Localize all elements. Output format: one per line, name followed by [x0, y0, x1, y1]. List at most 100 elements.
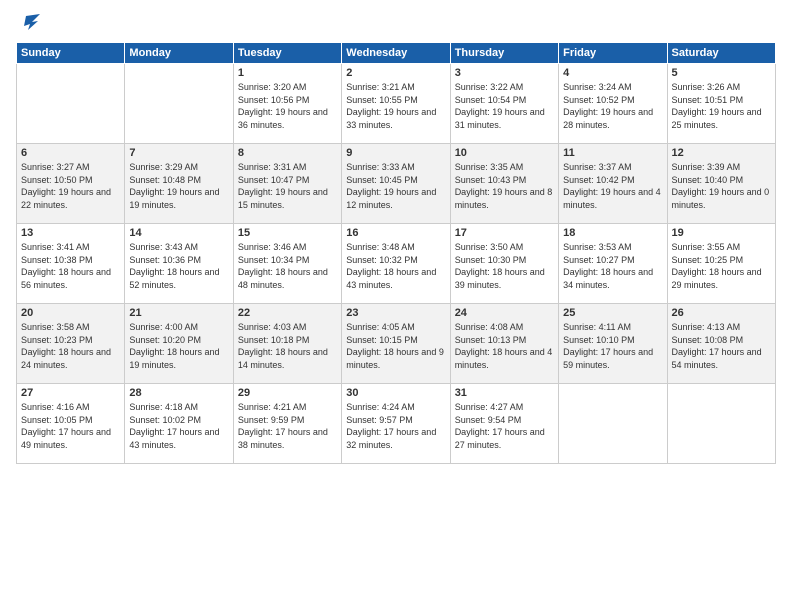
day-number: 25 [563, 307, 662, 319]
day-of-week-header: Wednesday [342, 43, 450, 64]
day-number: 27 [21, 387, 120, 399]
day-number: 9 [346, 147, 445, 159]
calendar-cell: 1 Sunrise: 3:20 AM Sunset: 10:56 PM Dayli… [233, 64, 341, 144]
day-number: 18 [563, 227, 662, 239]
day-number: 6 [21, 147, 120, 159]
day-number: 24 [455, 307, 554, 319]
day-number: 31 [455, 387, 554, 399]
calendar-cell: 24 Sunrise: 4:08 AM Sunset: 10:13 PM Dayl… [450, 304, 558, 384]
calendar-cell: 5 Sunrise: 3:26 AM Sunset: 10:51 PM Dayli… [667, 64, 775, 144]
calendar-cell: 20Sunrise: 3:58 AM Sunset: 10:23 PM Dayl… [17, 304, 125, 384]
day-of-week-header: Monday [125, 43, 233, 64]
day-info: Sunrise: 4:03 AM Sunset: 10:18 PM Daylig… [238, 321, 337, 371]
day-info: Sunrise: 4:08 AM Sunset: 10:13 PM Daylig… [455, 321, 554, 371]
calendar-cell: 11 Sunrise: 3:37 AM Sunset: 10:42 PM Dayl… [559, 144, 667, 224]
day-info: Sunrise: 4:13 AM Sunset: 10:08 PM Daylig… [672, 321, 771, 371]
day-number: 5 [672, 67, 771, 79]
calendar-cell: 18 Sunrise: 3:53 AM Sunset: 10:27 PM Dayl… [559, 224, 667, 304]
calendar-cell: 3 Sunrise: 3:22 AM Sunset: 10:54 PM Dayli… [450, 64, 558, 144]
calendar-cell: 16 Sunrise: 3:48 AM Sunset: 10:32 PM Dayl… [342, 224, 450, 304]
day-info: Sunrise: 4:16 AM Sunset: 10:05 PM Daylig… [21, 401, 120, 451]
day-of-week-header: Sunday [17, 43, 125, 64]
calendar-cell: 25 Sunrise: 4:11 AM Sunset: 10:10 PM Dayl… [559, 304, 667, 384]
day-number: 8 [238, 147, 337, 159]
day-number: 26 [672, 307, 771, 319]
day-info: Sunrise: 3:24 AM Sunset: 10:52 PM Daylig… [563, 81, 662, 131]
day-number: 14 [129, 227, 228, 239]
calendar-cell: 29 Sunrise: 4:21 AM Sunset: 9:59 PM Dayli… [233, 384, 341, 464]
calendar-cell: 23 Sunrise: 4:05 AM Sunset: 10:15 PM Dayl… [342, 304, 450, 384]
day-number: 10 [455, 147, 554, 159]
day-of-week-header: Saturday [667, 43, 775, 64]
day-info: Sunrise: 3:53 AM Sunset: 10:27 PM Daylig… [563, 241, 662, 291]
day-number: 3 [455, 67, 554, 79]
day-number: 29 [238, 387, 337, 399]
calendar-cell: 10 Sunrise: 3:35 AM Sunset: 10:43 PM Dayl… [450, 144, 558, 224]
calendar-cell: 4 Sunrise: 3:24 AM Sunset: 10:52 PM Dayli… [559, 64, 667, 144]
day-number: 7 [129, 147, 228, 159]
calendar-cell: 8 Sunrise: 3:31 AM Sunset: 10:47 PM Dayli… [233, 144, 341, 224]
day-number: 11 [563, 147, 662, 159]
day-info: Sunrise: 3:27 AM Sunset: 10:50 PM Daylig… [21, 161, 120, 211]
day-number: 15 [238, 227, 337, 239]
day-info: Sunrise: 3:43 AM Sunset: 10:36 PM Daylig… [129, 241, 228, 291]
calendar-cell [17, 64, 125, 144]
day-number: 17 [455, 227, 554, 239]
day-info: Sunrise: 3:37 AM Sunset: 10:42 PM Daylig… [563, 161, 662, 211]
day-of-week-header: Thursday [450, 43, 558, 64]
calendar-cell [559, 384, 667, 464]
day-info: Sunrise: 3:26 AM Sunset: 10:51 PM Daylig… [672, 81, 771, 131]
day-info: Sunrise: 3:20 AM Sunset: 10:56 PM Daylig… [238, 81, 337, 131]
calendar-cell: 17 Sunrise: 3:50 AM Sunset: 10:30 PM Dayl… [450, 224, 558, 304]
day-info: Sunrise: 3:35 AM Sunset: 10:43 PM Daylig… [455, 161, 554, 211]
day-number: 23 [346, 307, 445, 319]
calendar-header: SundayMondayTuesdayWednesdayThursdayFrid… [17, 43, 776, 64]
page-header [16, 12, 776, 34]
calendar-cell [125, 64, 233, 144]
calendar-cell: 7 Sunrise: 3:29 AM Sunset: 10:48 PM Dayli… [125, 144, 233, 224]
day-info: Sunrise: 4:24 AM Sunset: 9:57 PM Dayligh… [346, 401, 445, 451]
day-number: 2 [346, 67, 445, 79]
day-info: Sunrise: 4:21 AM Sunset: 9:59 PM Dayligh… [238, 401, 337, 451]
calendar-cell: 12Sunrise: 3:39 AM Sunset: 10:40 PM Dayl… [667, 144, 775, 224]
day-of-week-header: Friday [559, 43, 667, 64]
logo [16, 12, 40, 34]
day-info: Sunrise: 4:11 AM Sunset: 10:10 PM Daylig… [563, 321, 662, 371]
calendar-table: SundayMondayTuesdayWednesdayThursdayFrid… [16, 42, 776, 464]
day-info: Sunrise: 3:41 AM Sunset: 10:38 PM Daylig… [21, 241, 120, 291]
calendar-cell: 21 Sunrise: 4:00 AM Sunset: 10:20 PM Dayl… [125, 304, 233, 384]
calendar-cell: 31 Sunrise: 4:27 AM Sunset: 9:54 PM Dayli… [450, 384, 558, 464]
calendar-cell: 6 Sunrise: 3:27 AM Sunset: 10:50 PM Dayli… [17, 144, 125, 224]
logo-bird-icon [18, 12, 40, 34]
calendar-cell: 2 Sunrise: 3:21 AM Sunset: 10:55 PM Dayli… [342, 64, 450, 144]
day-info: Sunrise: 3:55 AM Sunset: 10:25 PM Daylig… [672, 241, 771, 291]
day-number: 19 [672, 227, 771, 239]
day-info: Sunrise: 3:33 AM Sunset: 10:45 PM Daylig… [346, 161, 445, 211]
day-of-week-header: Tuesday [233, 43, 341, 64]
day-info: Sunrise: 3:50 AM Sunset: 10:30 PM Daylig… [455, 241, 554, 291]
day-number: 16 [346, 227, 445, 239]
day-number: 20 [21, 307, 120, 319]
day-number: 1 [238, 67, 337, 79]
day-info: Sunrise: 4:00 AM Sunset: 10:20 PM Daylig… [129, 321, 228, 371]
day-info: Sunrise: 3:31 AM Sunset: 10:47 PM Daylig… [238, 161, 337, 211]
day-number: 28 [129, 387, 228, 399]
day-number: 4 [563, 67, 662, 79]
day-info: Sunrise: 4:27 AM Sunset: 9:54 PM Dayligh… [455, 401, 554, 451]
day-info: Sunrise: 3:21 AM Sunset: 10:55 PM Daylig… [346, 81, 445, 131]
calendar-cell: 26 Sunrise: 4:13 AM Sunset: 10:08 PM Dayl… [667, 304, 775, 384]
day-info: Sunrise: 3:48 AM Sunset: 10:32 PM Daylig… [346, 241, 445, 291]
day-info: Sunrise: 4:18 AM Sunset: 10:02 PM Daylig… [129, 401, 228, 451]
calendar-cell: 22Sunrise: 4:03 AM Sunset: 10:18 PM Dayl… [233, 304, 341, 384]
day-info: Sunrise: 3:22 AM Sunset: 10:54 PM Daylig… [455, 81, 554, 131]
day-info: Sunrise: 3:29 AM Sunset: 10:48 PM Daylig… [129, 161, 228, 211]
calendar-cell: 13Sunrise: 3:41 AM Sunset: 10:38 PM Dayl… [17, 224, 125, 304]
day-info: Sunrise: 3:46 AM Sunset: 10:34 PM Daylig… [238, 241, 337, 291]
day-number: 21 [129, 307, 228, 319]
day-number: 30 [346, 387, 445, 399]
calendar-cell: 14 Sunrise: 3:43 AM Sunset: 10:36 PM Dayl… [125, 224, 233, 304]
calendar-cell: 9 Sunrise: 3:33 AM Sunset: 10:45 PM Dayli… [342, 144, 450, 224]
day-number: 12 [672, 147, 771, 159]
day-info: Sunrise: 4:05 AM Sunset: 10:15 PM Daylig… [346, 321, 445, 371]
calendar-cell: 15 Sunrise: 3:46 AM Sunset: 10:34 PM Dayl… [233, 224, 341, 304]
